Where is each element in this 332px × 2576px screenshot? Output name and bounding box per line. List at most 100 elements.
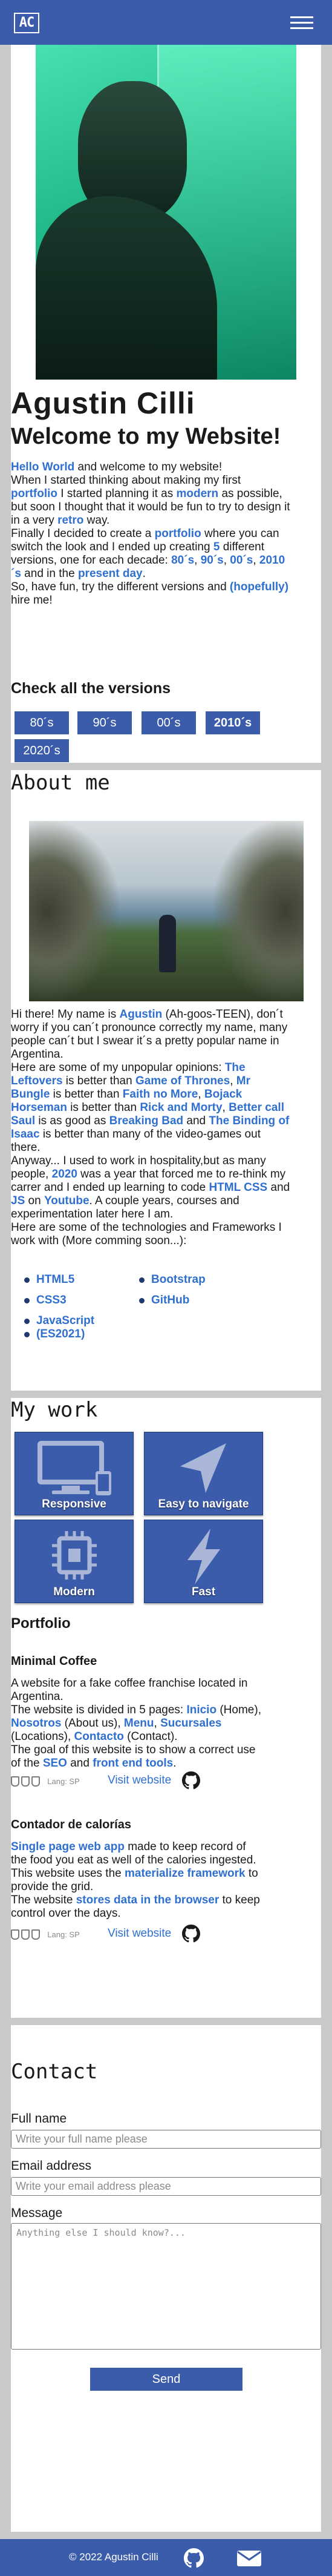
highlight-link[interactable]: Youtube — [44, 1194, 90, 1207]
highlight-link[interactable]: front end tools — [93, 1757, 173, 1770]
version-button-80s[interactable]: 80´s — [15, 711, 69, 734]
highlight-link[interactable]: 90´s — [201, 554, 224, 567]
text-span: experimentation later here I am. — [11, 1208, 174, 1220]
highlight-link[interactable]: retro — [57, 514, 83, 527]
highlight-link[interactable]: present day — [78, 567, 143, 580]
highlight-link[interactable]: Hello World — [11, 461, 74, 473]
highlight-link[interactable]: Faith no More — [123, 1088, 198, 1101]
text-span: . — [142, 567, 146, 580]
highlight-link[interactable]: 80´s — [171, 554, 194, 567]
text-line: So, have fun, try the different versions… — [11, 581, 321, 594]
highlight-link[interactable]: 00´s — [230, 554, 253, 567]
highlight-link[interactable]: 2020 — [52, 1168, 77, 1181]
highlight-link[interactable]: Bungle — [11, 1088, 50, 1101]
highlight-link[interactable]: Contacto — [74, 1730, 124, 1743]
hero-card: Agustin Cilli Welcome to my Website! Hel… — [11, 45, 321, 763]
highlight-link[interactable]: ´s — [11, 567, 21, 580]
feature-label: Fast — [191, 1585, 216, 1598]
highlight-link[interactable]: stores data in the browser — [76, 1894, 220, 1906]
highlight-link[interactable]: modern — [176, 487, 218, 500]
copyright-text: © 2022 Agustin Cilli — [69, 2551, 158, 2563]
version-button-2020s[interactable]: 2020´s — [15, 739, 69, 762]
text-line: When I started thinking about making my … — [11, 474, 321, 487]
github-icon[interactable] — [182, 1771, 200, 1790]
highlight-link[interactable]: The — [225, 1061, 246, 1074]
text-span: (About us), — [61, 1717, 124, 1730]
highlight-link[interactable]: portfolio — [155, 527, 201, 540]
highlight-link[interactable]: portfolio — [11, 487, 57, 500]
text-span: , — [222, 1101, 229, 1114]
highlight-link[interactable]: JS — [11, 1194, 25, 1207]
github-icon[interactable] — [184, 2548, 204, 2568]
work-heading: My work — [11, 1398, 98, 1422]
text-span: is as good as — [35, 1115, 109, 1127]
highlight-link[interactable]: Game of Thrones — [135, 1075, 230, 1087]
highlight-link[interactable]: Saul — [11, 1115, 35, 1127]
highlight-link[interactable]: Agustin — [120, 1008, 163, 1021]
highlight-link[interactable]: Single page web app — [11, 1840, 125, 1853]
highlight-link[interactable]: 2010 — [259, 554, 285, 567]
text-span: there. — [11, 1141, 41, 1154]
project-language: Lang: SP — [47, 1777, 80, 1787]
hamburger-menu-icon[interactable] — [290, 16, 313, 30]
version-button-2010s[interactable]: 2010´s — [206, 711, 260, 734]
text-line: Hello World and welcome to my website! — [11, 461, 321, 474]
text-span: of the — [11, 1757, 43, 1770]
email-label: Email address — [11, 2159, 92, 2173]
text-span: (Contact). — [123, 1730, 178, 1743]
version-button-00s[interactable]: 00´s — [142, 711, 196, 734]
visit-website-link[interactable]: Visit website — [108, 1926, 171, 1940]
highlight-link[interactable]: Leftovers — [11, 1075, 63, 1087]
text-span: and in the — [21, 567, 78, 580]
text-line: The goal of this website is to show a co… — [11, 1744, 321, 1757]
highlight-link[interactable]: HTML CSS — [209, 1181, 267, 1194]
text-line: JS on Youtube. A couple years, courses a… — [11, 1194, 321, 1208]
highlight-link[interactable]: 5 — [213, 541, 220, 553]
highlight-link[interactable]: Sucursales — [160, 1717, 221, 1730]
send-button[interactable]: Send — [90, 2368, 242, 2391]
text-span: where you can — [201, 527, 279, 540]
feature-tile-fast: Fast — [144, 1520, 263, 1603]
highlight-link[interactable]: SEO — [43, 1757, 67, 1770]
highlight-link[interactable]: materialize framework — [125, 1867, 246, 1880]
text-span: A website for a fake coffee franchise lo… — [11, 1677, 248, 1690]
visit-website-link[interactable]: Visit website — [108, 1773, 171, 1787]
feature-label: Responsive — [42, 1497, 106, 1510]
highlight-link[interactable]: Nosotros — [11, 1717, 61, 1730]
logo[interactable]: AC — [14, 13, 39, 33]
intro-text: Hello World and welcome to my website! Wh… — [11, 461, 321, 607]
text-span: and welcome to my website! — [74, 461, 223, 473]
highlight-link[interactable]: Inicio — [186, 1704, 216, 1716]
about-text: Hi there! My name is Agustin (Ah-goos-TE… — [11, 1008, 321, 1248]
highlight-link[interactable]: Mr — [236, 1075, 250, 1087]
text-line: Saul is as good as Breaking Bad and The … — [11, 1115, 321, 1128]
highlight-link[interactable]: Isaac — [11, 1128, 40, 1141]
highlight-link[interactable]: Bojack — [204, 1088, 242, 1101]
bootstrap-icon — [31, 1776, 40, 1787]
text-span: is better than — [50, 1088, 123, 1101]
text-line: The website stores data in the browser t… — [11, 1894, 321, 1907]
text-line: Isaac is better than many of the video-g… — [11, 1128, 321, 1141]
text-span: , — [223, 554, 230, 567]
text-span: carrer and I ended up learning to code — [11, 1181, 209, 1194]
highlight-link[interactable]: Breaking Bad — [109, 1115, 183, 1127]
footer: © 2022 Agustin Cilli — [0, 2539, 332, 2576]
email-input[interactable]: Write your email address please — [11, 2177, 321, 2196]
text-line: ´s and in the present day. — [11, 567, 321, 581]
feature-tile-responsive: Responsive — [15, 1432, 134, 1515]
fullname-input[interactable]: Write your full name please — [11, 2130, 321, 2149]
highlight-link[interactable]: Menu — [124, 1717, 154, 1730]
email-icon[interactable] — [236, 2550, 262, 2567]
text-line: Hi there! My name is Agustin (Ah-goos-TE… — [11, 1008, 321, 1021]
highlight-link[interactable]: Rick and Morty — [140, 1101, 222, 1114]
github-icon[interactable] — [182, 1925, 200, 1943]
highlight-link[interactable]: (hopefully) — [230, 581, 288, 593]
highlight-link[interactable]: Horseman — [11, 1101, 67, 1114]
version-button-90s[interactable]: 90´s — [77, 711, 132, 734]
feature-tile-navigation: Easy to navigate — [144, 1432, 263, 1515]
portfolio-heading: Portfolio — [11, 1615, 71, 1632]
message-textarea[interactable]: Anything else I should know?... — [11, 2223, 321, 2350]
profile-photo — [36, 45, 296, 380]
highlight-link[interactable]: The Binding of — [209, 1115, 289, 1127]
highlight-link[interactable]: Better call — [229, 1101, 284, 1114]
